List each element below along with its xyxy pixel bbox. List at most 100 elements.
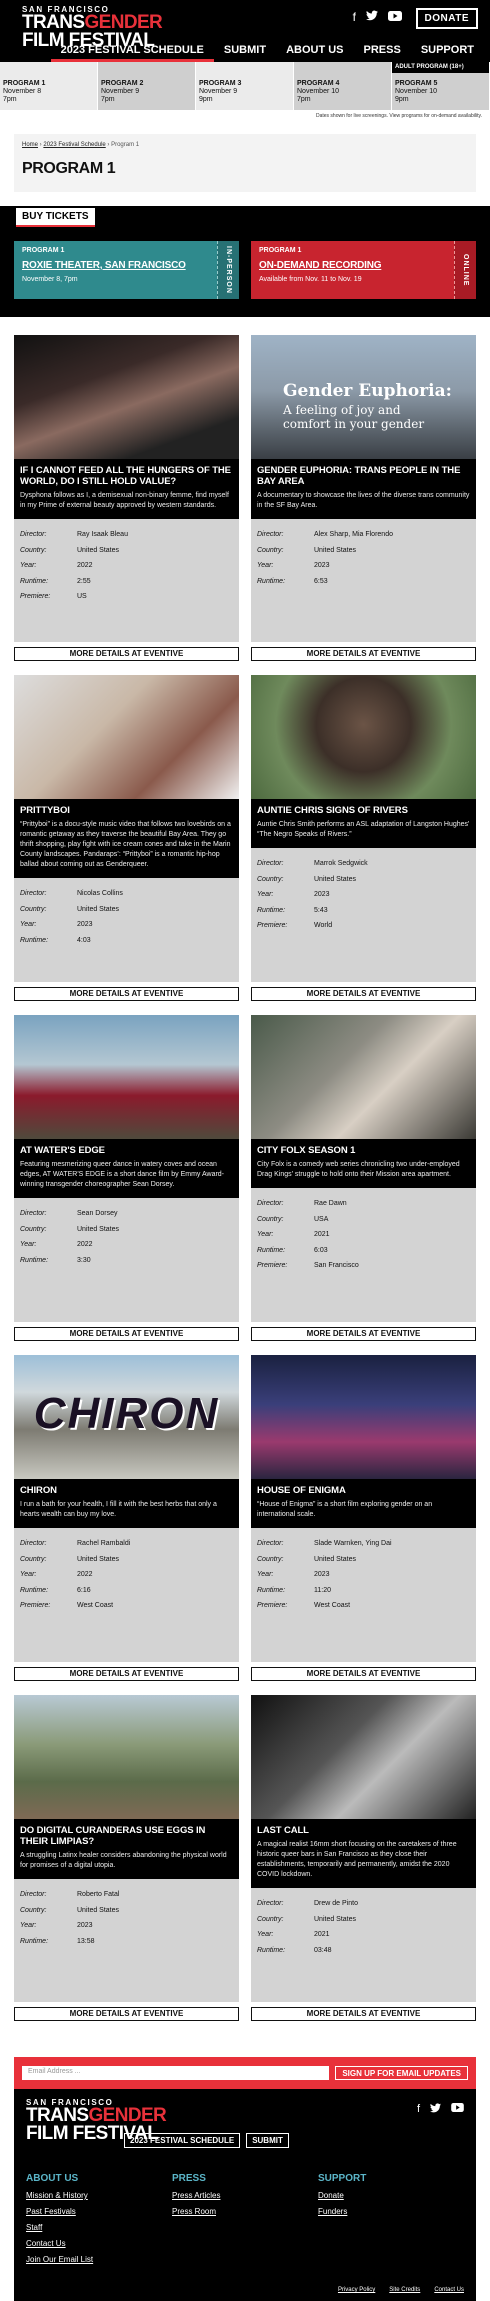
nav-support[interactable]: SUPPORT [411,42,484,62]
film-title[interactable]: PRITTYBOI [20,805,233,816]
footer-link[interactable]: Donate [318,2188,464,2204]
meta-value-premiere: West Coast [77,1602,114,1609]
footer-schedule-button[interactable]: 2023 FESTIVAL SCHEDULE [124,2133,241,2148]
film-thumbnail[interactable] [14,335,239,459]
film-title[interactable]: LAST CALL [257,1825,470,1836]
film-title[interactable]: AUNTIE CHRIS SIGNS OF RIVERS [257,805,470,816]
film-title[interactable]: IF I CANNOT FEED ALL THE HUNGERS OF THE … [20,465,233,487]
program-time: 7pm [101,96,115,103]
meta-label-director: Director: [20,1210,47,1217]
breadcrumb-schedule[interactable]: 2023 Festival Schedule [43,142,105,148]
ticket-online[interactable]: PROGRAM 1 ON-DEMAND RECORDING Available … [251,241,476,299]
meta-label-country: Country: [257,1555,284,1563]
film-thumbnail[interactable] [251,1355,476,1479]
donate-button[interactable]: DONATE [415,8,478,29]
footer-link[interactable]: Press Articles [172,2188,318,2204]
footer-submit-button[interactable]: SUBMIT [246,2133,289,2148]
eventive-details-button[interactable]: MORE DETAILS AT EVENTIVE [14,1667,239,1681]
youtube-icon[interactable] [451,2103,464,2116]
footer-link[interactable]: Funders [318,2204,464,2220]
film-title[interactable]: GENDER EUPHORIA: TRANS PEOPLE IN THE BAY… [257,465,470,487]
meta-label-runtime: Runtime: [20,1586,49,1594]
eventive-details-button[interactable]: MORE DETAILS AT EVENTIVE [14,647,239,661]
meta-label-director: Director: [20,1540,47,1547]
program-time: 9pm [395,96,409,103]
eventive-details-button[interactable]: MORE DETAILS AT EVENTIVE [251,1667,476,1681]
film-title[interactable]: CITY FOLX SEASON 1 [257,1145,470,1156]
email-input[interactable]: Email Address ... [22,2066,330,2080]
meta-value-country: United States [77,1906,120,1914]
program-date: November 9 [101,88,140,95]
email-signup-button[interactable]: SIGN UP FOR EMAIL UPDATES [335,2066,468,2080]
nav-submit[interactable]: SUBMIT [214,42,276,62]
film-thumbnail[interactable] [14,1015,239,1139]
film-thumbnail[interactable] [251,675,476,799]
meta-value-director: Marrok Sedgwick [314,860,368,867]
ticket-in-person[interactable]: PROGRAM 1 ROXIE THEATER, SAN FRANCISCO N… [14,241,239,299]
film-description: Dysphona follows as I, a demisexual non-… [20,492,229,509]
nav-about-us[interactable]: ABOUT US [276,42,353,62]
youtube-icon[interactable] [388,10,402,24]
thumb-overlay-title: CHIRON [33,1389,220,1438]
footer-link[interactable]: Mission & History [26,2188,172,2204]
breadcrumb-home[interactable]: Home [22,142,38,148]
film-card: Gender Euphoria: A feeling of joy and co… [251,335,476,661]
twitter-icon[interactable] [430,2103,441,2116]
film-title[interactable]: CHIRON [20,1485,233,1496]
program-tab-4[interactable]: PROGRAM 4 November 10 7pm [294,62,392,110]
eventive-details-button[interactable]: MORE DETAILS AT EVENTIVE [14,1327,239,1341]
program-date: November 10 [297,88,340,95]
adult-badge: ADULT PROGRAM (18+) [392,61,489,73]
film-thumbnail[interactable] [251,1695,476,1819]
meta-value-year: 2021 [314,1931,330,1938]
footer-link[interactable]: Join Our Email List [26,2252,172,2268]
contact-us-link[interactable]: Contact Us [434,2287,464,2293]
meta-value-runtime: 5:43 [314,906,328,914]
meta-label-year: Year: [20,562,37,569]
footer-link[interactable]: Staff [26,2220,172,2236]
footer-link[interactable]: Contact Us [26,2236,172,2252]
eventive-details-button[interactable]: MORE DETAILS AT EVENTIVE [14,2007,239,2021]
footer-heading: SUPPORT [318,2173,367,2184]
film-thumbnail[interactable] [251,1015,476,1139]
ticket-venue-link[interactable]: ON-DEMAND RECORDING [259,260,446,271]
eventive-details-button[interactable]: MORE DETAILS AT EVENTIVE [14,987,239,1001]
film-title[interactable]: HOUSE OF ENIGMA [257,1485,470,1496]
eventive-details-button[interactable]: MORE DETAILS AT EVENTIVE [251,2007,476,2021]
eventive-details-button[interactable]: MORE DETAILS AT EVENTIVE [251,1327,476,1341]
facebook-icon[interactable]: f [353,10,356,24]
meta-label-runtime: Runtime: [257,906,286,914]
eventive-details-button[interactable]: MORE DETAILS AT EVENTIVE [251,647,476,661]
footer-link[interactable]: Past Festivals [26,2204,172,2220]
program-tab-1[interactable]: PROGRAM 1 November 8 7pm [0,62,98,110]
privacy-policy-link[interactable]: Privacy Policy [338,2287,375,2293]
film-meta: Director: Roberto Fatal Country: United Sta… [14,1879,239,2002]
twitter-icon[interactable] [366,10,378,24]
meta-value-country: United States [77,1225,120,1233]
nav-festival-schedule[interactable]: 2023 FESTIVAL SCHEDULE [50,42,214,62]
site-credits-link[interactable]: Site Credits [389,2287,420,2293]
film-title[interactable]: DO DIGITAL CURANDERAS USE EGGS IN THEIR … [20,1825,233,1847]
meta-value-year: 2023 [314,1571,330,1578]
film-thumbnail[interactable]: Gender Euphoria: A feeling of joy and co… [251,335,476,459]
facebook-icon[interactable]: f [417,2103,420,2116]
film-title[interactable]: AT WATER'S EDGE [20,1145,233,1156]
program-tab-3[interactable]: PROGRAM 3 November 9 9pm [196,62,294,110]
ticket-venue-link[interactable]: ROXIE THEATER, SAN FRANCISCO [22,260,209,271]
footer-link[interactable]: Press Room [172,2204,318,2220]
program-date: November 8 [3,88,42,95]
film-thumbnail[interactable] [14,675,239,799]
film-info: HOUSE OF ENIGMA “House of Enigma” is a s… [251,1479,476,1528]
film-thumbnail[interactable] [14,1695,239,1819]
nav-press[interactable]: PRESS [354,42,411,62]
meta-label-year: Year: [257,562,274,569]
ticket-date: Available from Nov. 11 to Nov. 19 [259,276,362,283]
program-tab-2[interactable]: PROGRAM 2 November 9 7pm [98,62,196,110]
program-tab-5[interactable]: ADULT PROGRAM (18+) PROGRAM 5 November 1… [392,61,490,110]
film-description: I run a bath for your health, I fill it … [20,1501,217,1518]
meta-label-premiere: Premiere: [257,1262,288,1269]
meta-label-country: Country: [257,1915,284,1923]
eventive-details-button[interactable]: MORE DETAILS AT EVENTIVE [251,987,476,1001]
meta-label-country: Country: [20,905,47,913]
film-thumbnail[interactable]: CHIRON [14,1355,239,1479]
